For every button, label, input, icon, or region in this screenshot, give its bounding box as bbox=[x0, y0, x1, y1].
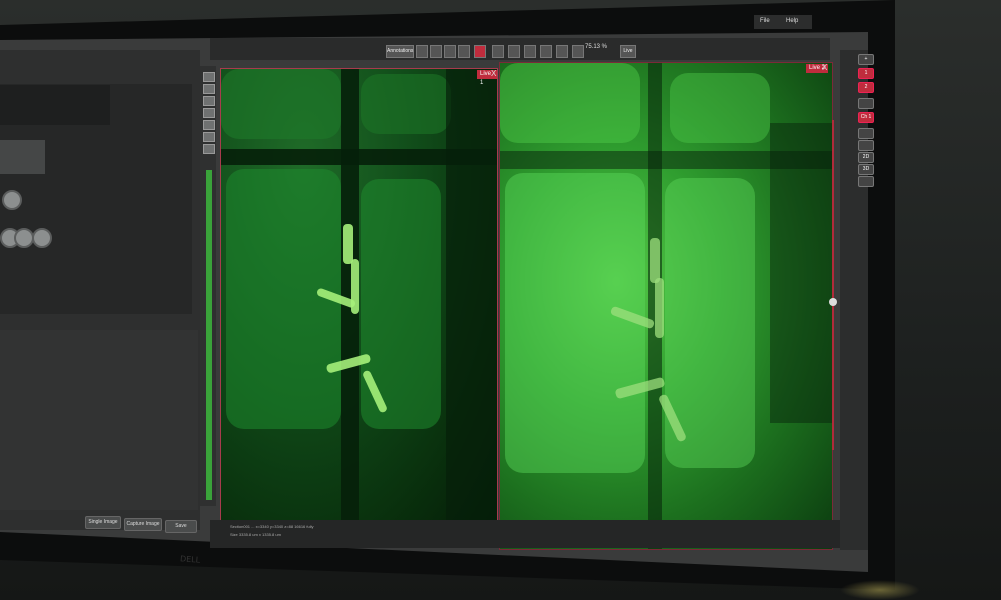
intensity-bar bbox=[206, 170, 212, 500]
channel-1-button[interactable]: 1 bbox=[858, 68, 874, 79]
fit-icon[interactable] bbox=[572, 45, 584, 58]
tissue-block bbox=[670, 73, 770, 143]
annotations-button[interactable]: Annotations bbox=[386, 45, 414, 58]
strip-tool-3[interactable] bbox=[203, 96, 215, 106]
nerve-fiber bbox=[650, 238, 660, 283]
tissue-block bbox=[221, 69, 341, 139]
dark-region bbox=[446, 69, 497, 529]
menu-file[interactable]: File bbox=[760, 18, 770, 24]
tool-icon-1[interactable] bbox=[416, 45, 428, 58]
dial-3[interactable] bbox=[32, 228, 52, 248]
z-slider-track[interactable] bbox=[832, 120, 834, 450]
nerve-fiber bbox=[343, 224, 353, 264]
strip-tool-6[interactable] bbox=[203, 132, 215, 142]
draw-icon[interactable] bbox=[474, 45, 486, 58]
layers-icon[interactable] bbox=[858, 128, 874, 139]
hand-icon[interactable] bbox=[524, 45, 536, 58]
monitor-logo: DELL bbox=[179, 554, 201, 565]
viewer-toolbar bbox=[210, 38, 830, 60]
2d-button[interactable]: 2D bbox=[858, 152, 874, 163]
tissue-block bbox=[500, 63, 640, 143]
strip-tool-4[interactable] bbox=[203, 108, 215, 118]
channel-label[interactable]: Ch 1 bbox=[858, 112, 874, 123]
strip-tool-2[interactable] bbox=[203, 84, 215, 94]
zoom-out-icon[interactable] bbox=[556, 45, 568, 58]
live-button[interactable]: Live bbox=[620, 45, 636, 58]
z-slider-thumb[interactable] bbox=[829, 298, 837, 306]
status-bar: Section001 ... x=3340 y=3340 z=88 16616 … bbox=[210, 520, 840, 548]
nerve-fiber bbox=[655, 278, 664, 338]
zoom-in-icon[interactable] bbox=[540, 45, 552, 58]
status-line-1: Section001 ... x=3340 y=3340 z=88 16616 … bbox=[230, 524, 314, 529]
crosshair-icon[interactable] bbox=[508, 45, 520, 58]
3d-button[interactable]: 3D bbox=[858, 164, 874, 175]
dark-region bbox=[770, 123, 832, 423]
viewport-2[interactable]: Live 2 X bbox=[499, 62, 833, 550]
square-icon[interactable] bbox=[858, 98, 874, 109]
tool-icon-3[interactable] bbox=[444, 45, 456, 58]
channel-2-button[interactable]: 2 bbox=[858, 82, 874, 93]
status-line-2: Size 3335.8 um x 1335.8 um bbox=[230, 532, 281, 537]
tissue-block bbox=[361, 74, 451, 134]
single-image-button[interactable]: Single Image bbox=[85, 516, 121, 529]
capture-image-button[interactable]: Capture Image bbox=[124, 518, 162, 531]
viewport-1[interactable]: Live 1 X bbox=[220, 68, 498, 530]
tool-icon-2[interactable] bbox=[430, 45, 442, 58]
display-field bbox=[0, 85, 110, 125]
right-tool-strip bbox=[840, 50, 868, 550]
sidebar-lower bbox=[0, 330, 198, 510]
menu-bar: File Help bbox=[754, 15, 812, 29]
add-icon[interactable]: + bbox=[858, 54, 874, 65]
export-icon[interactable] bbox=[858, 176, 874, 187]
line-icon[interactable] bbox=[492, 45, 504, 58]
focus-knob[interactable] bbox=[2, 190, 22, 210]
dial-2[interactable] bbox=[14, 228, 34, 248]
strip-tool-1[interactable] bbox=[203, 72, 215, 82]
tissue-block bbox=[505, 173, 645, 473]
tissue-block bbox=[226, 169, 341, 429]
save-button[interactable]: Save bbox=[165, 520, 197, 533]
strip-tool-5[interactable] bbox=[203, 120, 215, 130]
viewport-1-close[interactable]: X bbox=[491, 69, 496, 78]
grid-icon[interactable] bbox=[858, 140, 874, 151]
viewport-2-close[interactable]: X bbox=[822, 63, 827, 72]
tool-icon-4[interactable] bbox=[458, 45, 470, 58]
menu-help[interactable]: Help bbox=[786, 18, 798, 24]
zoom-readout: 75.13 % bbox=[585, 44, 608, 50]
mode-box[interactable] bbox=[0, 140, 45, 174]
desk-light bbox=[840, 580, 920, 600]
strip-tool-7[interactable] bbox=[203, 144, 215, 154]
